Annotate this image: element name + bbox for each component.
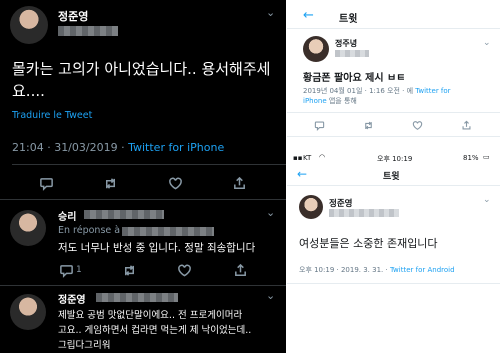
tweet-meta: 오후 10:19 · 2019. 3. 31. · Twitter for An… [299, 265, 455, 275]
author-name[interactable]: 정주녕 [335, 38, 357, 49]
avatar[interactable] [10, 6, 48, 44]
signal-icon: ▪▪ [293, 154, 303, 162]
retweet-icon[interactable] [360, 117, 376, 133]
status-battery: 81% [463, 154, 479, 162]
reply-text-line: 그립다그리워 [58, 340, 111, 351]
retweet-icon[interactable] [121, 262, 137, 278]
reply-text-line: 고요.. 게임하면서 컵라면 먹는게 제 낙이었는데.. [58, 325, 252, 336]
avatar[interactable] [10, 210, 46, 246]
tweet-actions [311, 117, 475, 133]
header-title: 트윗 [339, 14, 358, 25]
translate-link[interactable]: Traduire le Tweet [12, 110, 92, 121]
share-icon[interactable] [232, 175, 248, 191]
chevron-down-icon[interactable]: ⌄ [266, 289, 275, 302]
chevron-down-icon[interactable]: ⌄ [266, 6, 275, 19]
tweet-timestamp: 21:04 · 31/03/2019 · Twitter for iPhone [12, 141, 224, 154]
light-tweet-panel-top: ← 트윗 정주녕 ⌄ 황금폰 팔아요 제시 ㅂㅌ 2019년 04월 01일 ·… [287, 0, 500, 147]
author-name[interactable]: 정준영 [329, 197, 352, 209]
divider [287, 28, 500, 29]
tweet-meta: 2019년 04월 01일 · 1:16 오전 · 에 Twitter for … [303, 86, 493, 106]
tweet-text: 황금폰 팔아요 제시 ㅂㅌ [303, 73, 406, 84]
reply-text: 저도 너무나 반성 중 입니다. 정말 죄송합니다 [58, 242, 256, 254]
reply-actions: 1 [58, 262, 248, 278]
reply-action[interactable]: 1 [58, 262, 82, 278]
divider [0, 199, 286, 200]
reply-count: 1 [76, 265, 82, 275]
source-link[interactable]: Twitter for [415, 87, 450, 95]
divider [287, 185, 500, 186]
avatar[interactable] [299, 195, 323, 219]
tweet-actions [38, 175, 248, 191]
reply-context: En réponse à [58, 225, 120, 236]
divider [12, 164, 286, 165]
reply-text-line: 제발요 공범 맛없단말이에요.. 전 프로게이머라 [58, 310, 243, 321]
share-icon[interactable] [459, 117, 475, 133]
reply-author-name[interactable]: 정준영 [58, 291, 86, 306]
chevron-down-icon[interactable]: ⌄ [266, 206, 275, 219]
reply-icon[interactable] [38, 175, 54, 191]
battery-icon: ▭ [483, 153, 490, 161]
tweet-text: 여성분들은 소중한 존재입니다 [299, 237, 438, 250]
status-carrier: KT [303, 154, 312, 162]
reply-author-name[interactable]: 승리 [58, 208, 76, 223]
timestamp-text: 2019년 04월 01일 · 1:16 오전 · 에 [303, 87, 416, 95]
blurred-handle [335, 50, 369, 57]
author-name[interactable]: 정준영 [58, 8, 88, 24]
avatar[interactable] [10, 294, 46, 330]
avatar[interactable] [303, 36, 329, 62]
dark-tweet-panel: 정준영 ⌄ 몰카는 고의가 아니었습니다.. 용서해주세요.... Tradui… [0, 0, 286, 353]
chevron-down-icon[interactable]: ⌄ [483, 195, 491, 205]
reply-icon[interactable] [311, 117, 327, 133]
source-link[interactable]: Twitter for Android [390, 266, 455, 274]
blurred-handle [58, 26, 118, 36]
arrow-left-icon[interactable]: ← [297, 167, 307, 181]
divider [0, 285, 286, 286]
heart-icon[interactable] [410, 117, 426, 133]
timestamp-text: 21:04 · 31/03/2019 · [12, 141, 129, 154]
divider [287, 136, 500, 137]
tweet-text: 몰카는 고의가 아니었습니다.. 용서해주세요.... [12, 60, 271, 100]
reply-prefix: En réponse à [58, 225, 121, 236]
blurred-handle [84, 210, 164, 219]
share-icon[interactable] [232, 262, 248, 278]
wifi-icon: ◠ [319, 153, 326, 161]
meta-suffix: 앱을 통해 [326, 97, 357, 105]
chevron-down-icon[interactable]: ⌄ [483, 38, 491, 48]
heart-icon[interactable] [167, 175, 183, 191]
blurred-handle [122, 227, 214, 236]
arrow-left-icon[interactable]: ← [303, 8, 314, 23]
divider [287, 112, 500, 113]
retweet-icon[interactable] [103, 175, 119, 191]
light-tweet-panel-bottom: KT ▪▪ ◠ 오후 10:19 81% ▭ ← 트윗 정준영 ⌄ 여성분들은 … [287, 151, 500, 353]
source-link-cont[interactable]: iPhone [303, 97, 327, 105]
heart-icon[interactable] [177, 262, 193, 278]
divider [287, 283, 500, 284]
status-time: 오후 10:19 [377, 155, 413, 163]
reply-icon[interactable] [58, 262, 74, 278]
timestamp-text: 오후 10:19 · 2019. 3. 31. · [299, 266, 390, 274]
blurred-handle [329, 209, 399, 217]
blurred-handle [96, 293, 178, 302]
header-title: 트윗 [383, 172, 400, 182]
source-link[interactable]: Twitter for iPhone [128, 141, 224, 154]
